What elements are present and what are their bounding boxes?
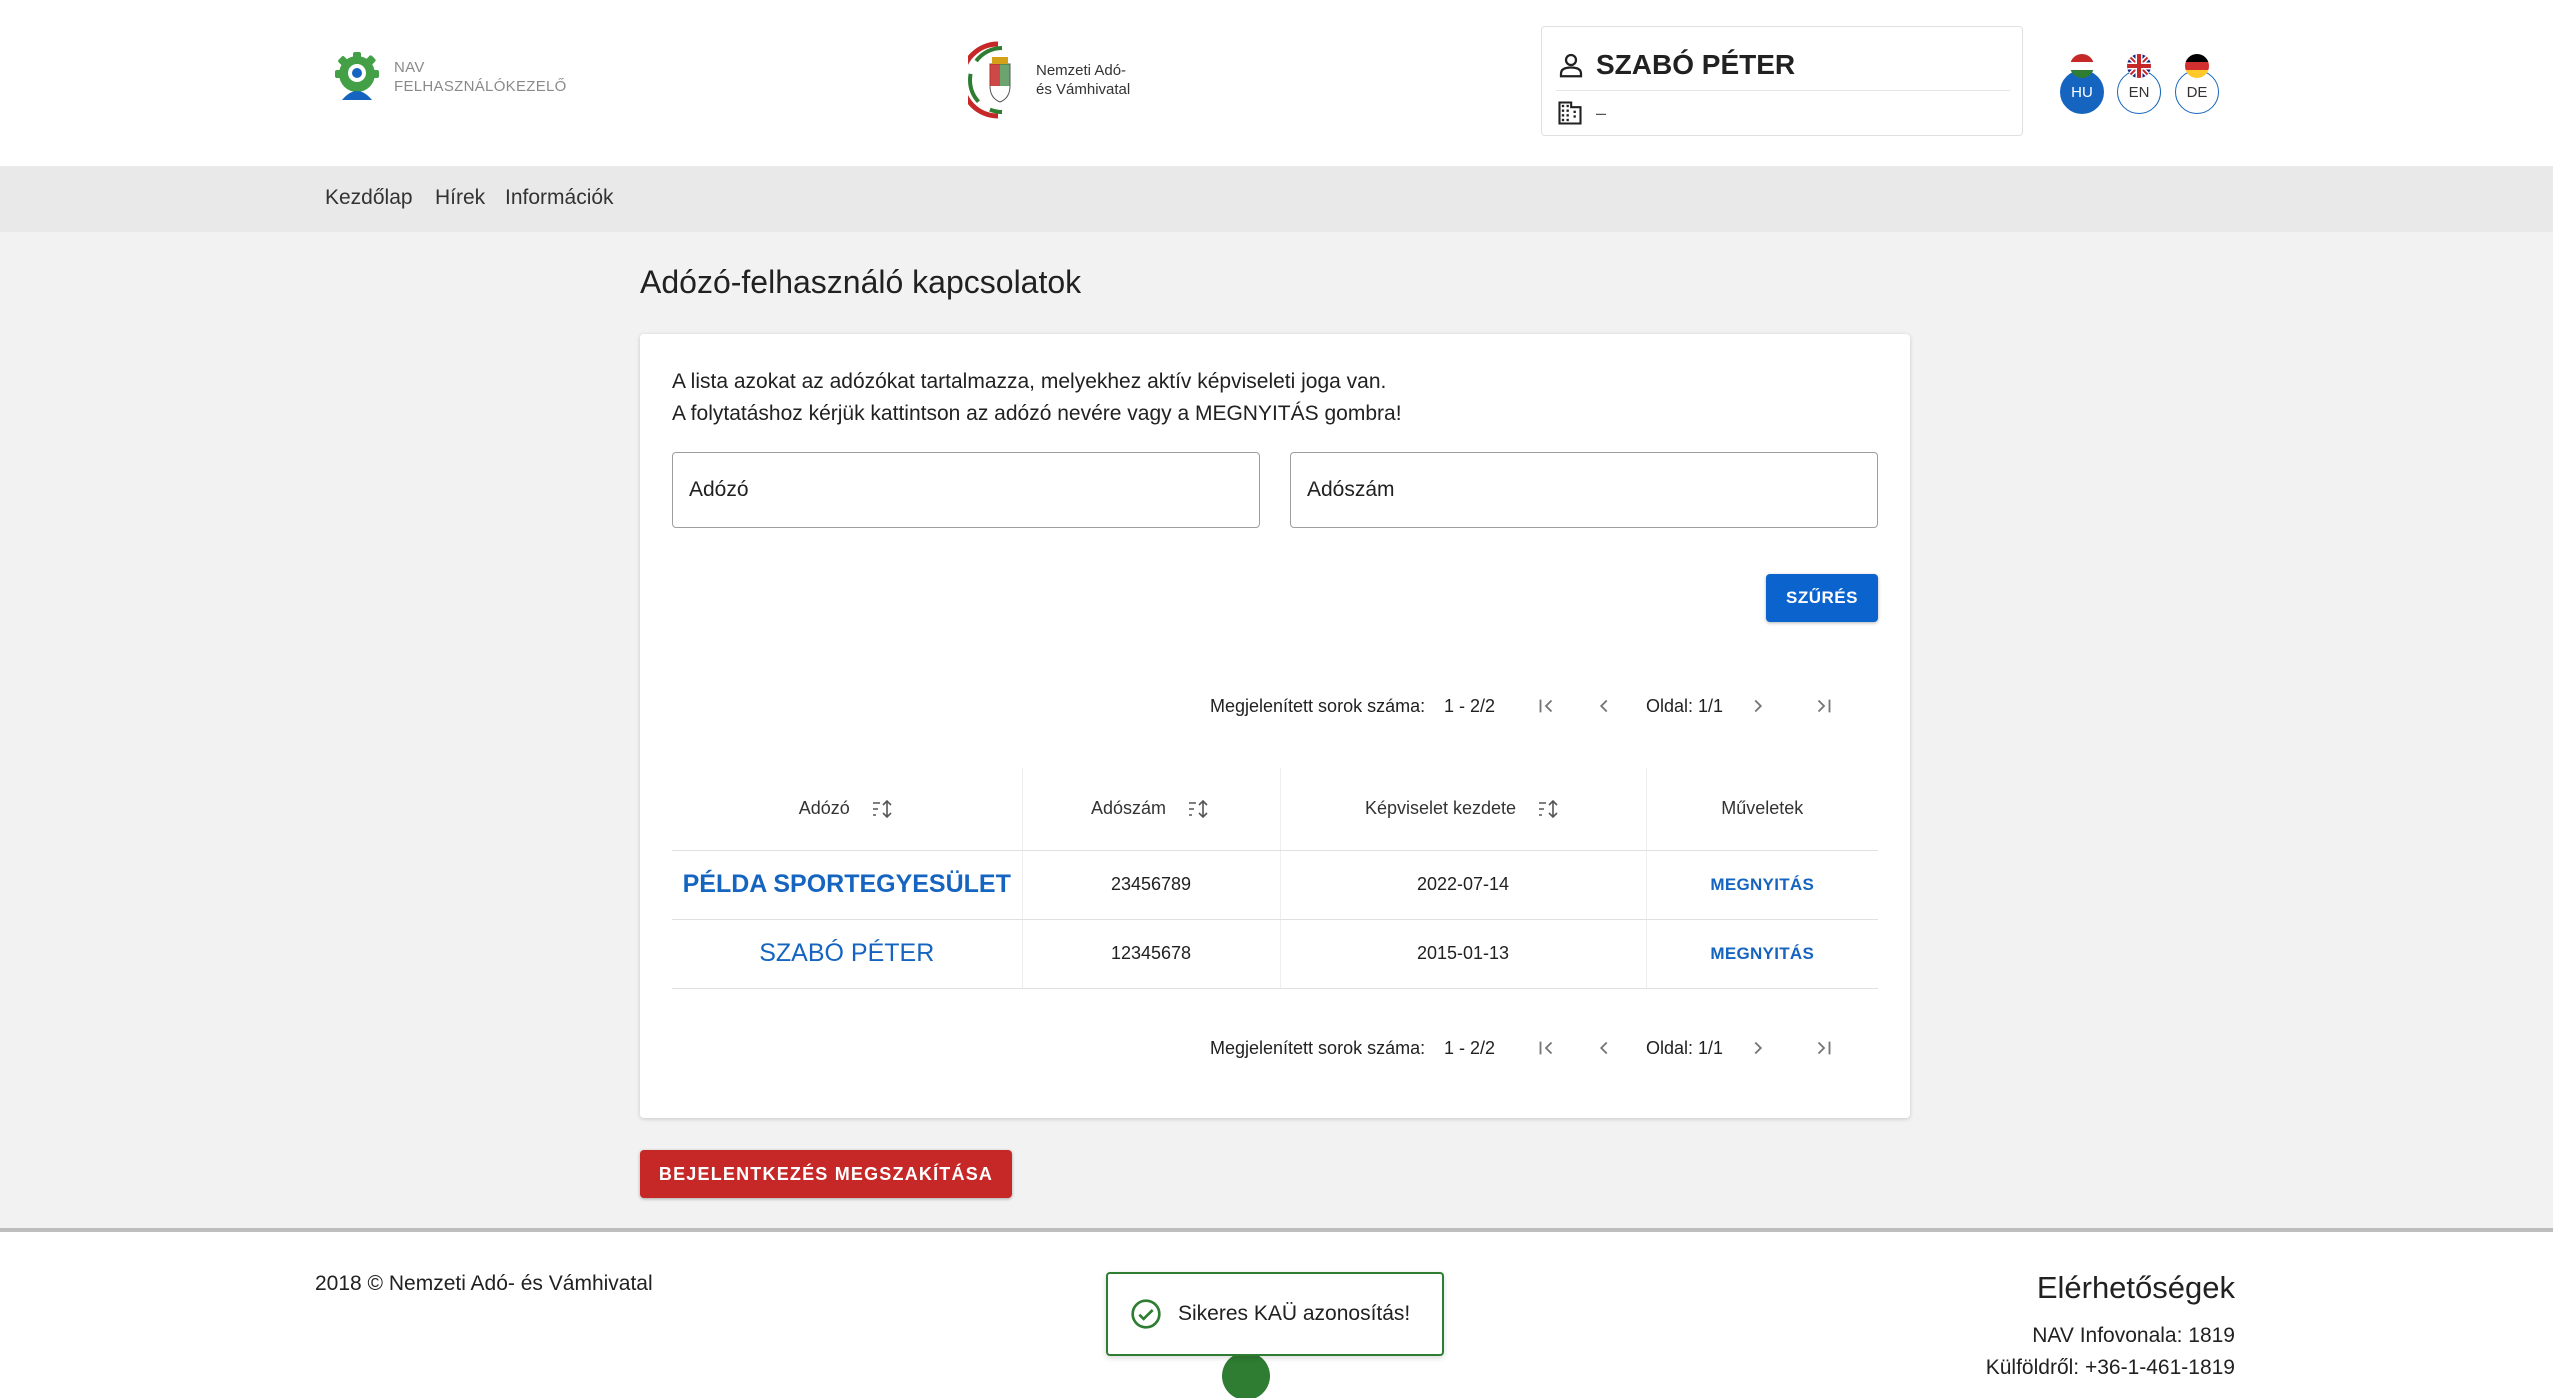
- taxpayer-link[interactable]: SZABÓ PÉTER: [759, 939, 934, 967]
- language-hu[interactable]: HU: [2060, 54, 2104, 114]
- hungarian-flag-icon: [2070, 54, 2094, 78]
- next-page-icon[interactable]: [1744, 1034, 1772, 1062]
- cell-taxpayer: SZABÓ PÉTER: [672, 919, 1022, 989]
- open-button[interactable]: MEGNYITÁS: [1710, 875, 1814, 894]
- cell-start-date: 2022-07-14: [1279, 850, 1646, 920]
- infoline-text: NAV Infovonala: 1819: [2032, 1324, 2235, 1347]
- sort-icon[interactable]: [1537, 798, 1561, 820]
- footer-logo-icon: [1222, 1352, 1270, 1398]
- intro-line-1: A lista azokat az adózókat tartalmazza, …: [672, 370, 1387, 393]
- taxpayer-filter-input[interactable]: [673, 453, 1259, 527]
- copyright-text: 2018 © Nemzeti Adó- és Vámhivatal: [315, 1272, 653, 1295]
- gov-logo-line2: és Vámhivatal: [1036, 81, 1131, 98]
- cell-taxpayer: PÉLDA SPORTEGYESÜLET: [672, 850, 1022, 920]
- language-de[interactable]: DE: [2175, 54, 2219, 114]
- header-taxnumber-label: Adószám: [1090, 797, 1167, 818]
- previous-page-icon[interactable]: [1590, 1034, 1618, 1062]
- rows-count-range: 1 - 2/2: [1444, 695, 1496, 716]
- nemzeti-ado-es-vamhivatal-logo[interactable]: Nemzeti Adó- és Vámhivatal: [968, 40, 1130, 120]
- cell-taxnumber: 12345678: [1021, 919, 1280, 989]
- german-flag-icon: [2185, 54, 2209, 78]
- cell-actions: MEGNYITÁS: [1645, 919, 1878, 989]
- first-page-icon[interactable]: [1532, 1034, 1560, 1062]
- header-start-label: Képviselet kezdete: [1364, 797, 1517, 818]
- header-actions-label: Műveletek: [1721, 798, 1804, 819]
- intro-line-2: A folytatáshoz kérjük kattintson az adóz…: [672, 402, 1402, 425]
- pager-bottom: Megjelenített sorok száma: 1 - 2/2 Oldal…: [1210, 1028, 1890, 1068]
- nav-logo-line2: FELHASZNÁLÓKEZELŐ: [394, 78, 567, 95]
- open-button[interactable]: MEGNYITÁS: [1710, 944, 1814, 963]
- rows-count-range: 1 - 2/2: [1444, 1037, 1496, 1058]
- nav-logo-line1: NAV: [394, 59, 425, 76]
- hungarian-crest-icon: [968, 41, 1011, 119]
- header-taxpayer-label: Adózó: [798, 797, 850, 818]
- user-name-row: SZABÓ PÉTER: [1556, 39, 2010, 91]
- intro-text: A lista azokat az adózókat tartalmazza, …: [672, 366, 1402, 430]
- taxpayer-filter-field[interactable]: [672, 452, 1260, 528]
- cell-start-date: 2015-01-13: [1279, 919, 1646, 989]
- first-page-icon[interactable]: [1532, 692, 1560, 720]
- uk-flag-icon: [2127, 54, 2151, 78]
- next-page-icon[interactable]: [1744, 692, 1772, 720]
- table-header-row: Adózó Adószám Képviselet kezdete Művelet…: [672, 768, 1878, 851]
- nav-information-link[interactable]: Információk: [505, 186, 614, 210]
- gear-user-icon: [335, 52, 379, 100]
- page-indicator: Oldal: 1/1: [1646, 1037, 1724, 1058]
- check-circle-icon: [1131, 1299, 1161, 1329]
- success-toast: Sikeres KAÜ azonosítás!: [1106, 1272, 1444, 1356]
- page-title: Adózó-felhasználó kapcsolatok: [640, 264, 1082, 300]
- cell-actions: MEGNYITÁS: [1645, 850, 1878, 920]
- sort-icon[interactable]: [871, 798, 895, 820]
- page-indicator: Oldal: 1/1: [1646, 695, 1724, 716]
- header-taxnumber[interactable]: Adószám: [1021, 768, 1280, 851]
- organization-name: –: [1596, 102, 1607, 123]
- table-row: SZABÓ PÉTER 12345678 2015-01-13 MEGNYITÁ…: [672, 919, 1878, 989]
- gov-logo-text: Nemzeti Adó- és Vámhivatal: [1036, 61, 1130, 99]
- toast-message: Sikeres KAÜ azonosítás!: [1178, 1302, 1411, 1325]
- table-row: PÉLDA SPORTEGYESÜLET 23456789 2022-07-14…: [672, 850, 1878, 920]
- gov-logo-line1: Nemzeti Adó-: [1036, 62, 1127, 79]
- cancel-login-button[interactable]: BEJELENTKEZÉS MEGSZAKÍTÁSA: [640, 1150, 1012, 1198]
- nav-felhasznalokezelo-logo[interactable]: NAV FELHASZNÁLÓKEZELŐ: [330, 50, 567, 104]
- language-en[interactable]: EN: [2117, 54, 2161, 114]
- main-navigation: Kezdőlap Hírek Információk: [0, 166, 2553, 232]
- pager-top: Megjelenített sorok száma: 1 - 2/2 Oldal…: [1210, 686, 1890, 726]
- taxpayer-table: Adózó Adószám Képviselet kezdete Művelet…: [672, 768, 1878, 989]
- contact-info: Elérhetőségek NAV Infovonala: 1819 Külfö…: [1986, 1270, 2235, 1384]
- previous-page-icon[interactable]: [1590, 692, 1618, 720]
- sort-icon[interactable]: [1187, 798, 1211, 820]
- user-name: SZABÓ PÉTER: [1596, 48, 1796, 80]
- taxpayer-link[interactable]: PÉLDA SPORTEGYESÜLET: [683, 870, 1011, 898]
- rows-count-label: Megjelenített sorok száma:: [1210, 1037, 1426, 1058]
- taxnumber-filter-field[interactable]: [1290, 452, 1878, 528]
- last-page-icon[interactable]: [1810, 1034, 1838, 1062]
- header-actions: Műveletek: [1645, 768, 1878, 851]
- building-icon: [1558, 101, 1582, 125]
- person-icon: [1559, 53, 1583, 77]
- organization-row: –: [1556, 95, 1606, 131]
- nav-home-link[interactable]: Kezdőlap: [325, 186, 413, 210]
- header-taxpayer[interactable]: Adózó: [672, 768, 1022, 851]
- user-info-box: SZABÓ PÉTER –: [1541, 26, 2023, 136]
- taxpayer-list-card: A lista azokat az adózókat tartalmazza, …: [640, 334, 1910, 1118]
- header: NAV FELHASZNÁLÓKEZELŐ Nemzeti Adó- és Vá…: [0, 0, 2553, 166]
- header-representation-start[interactable]: Képviselet kezdete: [1279, 768, 1646, 851]
- rows-count-label: Megjelenített sorok száma:: [1210, 695, 1426, 716]
- taxnumber-filter-input[interactable]: [1291, 453, 1877, 527]
- nav-news-link[interactable]: Hírek: [435, 186, 485, 210]
- abroad-phone-text: Külföldről: +36-1-461-1819: [1985, 1356, 2235, 1379]
- filter-button[interactable]: SZŰRÉS: [1766, 574, 1878, 622]
- cell-taxnumber: 23456789: [1021, 850, 1280, 920]
- last-page-icon[interactable]: [1810, 692, 1838, 720]
- contact-title: Elérhetőségek: [2036, 1270, 2235, 1305]
- nav-logo-text: NAV FELHASZNÁLÓKEZELŐ: [394, 58, 567, 96]
